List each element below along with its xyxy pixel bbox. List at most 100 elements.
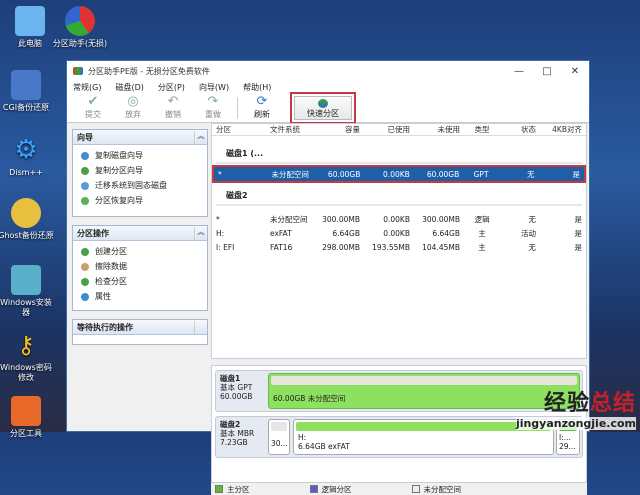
wizard-recovery[interactable]: 分区恢复向导: [73, 193, 207, 208]
panel-title: 向导: [77, 132, 93, 142]
usage-bar: [296, 422, 551, 431]
cell: 主: [478, 228, 486, 238]
close-button[interactable]: ✕: [561, 66, 589, 77]
partition-copy-icon: [81, 166, 89, 175]
commit-button[interactable]: ✔ 提交: [73, 95, 113, 120]
collapse-icon[interactable]: [194, 320, 207, 334]
menu-partition[interactable]: 分区(P): [158, 82, 185, 93]
wizard-migrate-ssd[interactable]: 迁移系统到固态磁盘: [73, 178, 207, 193]
col-capacity[interactable]: 容量: [318, 124, 364, 135]
op-create-partition[interactable]: 创建分区: [73, 244, 207, 259]
partition-ops-panel: 分区操作 ︽ 创建分区 擦除数据 检查分区 属性: [72, 225, 208, 311]
cell: 300.00MB: [322, 214, 360, 224]
collapse-icon[interactable]: ︽: [194, 226, 207, 240]
watermark: 经验总结 jingyanzongjie.com: [515, 385, 636, 430]
desktop-icon-this-pc[interactable]: 此电脑: [2, 6, 58, 49]
legend-label: 未分配空间: [423, 484, 462, 494]
check-icon: ✔: [87, 94, 99, 109]
usage-bar: [271, 422, 287, 431]
op-check-partition[interactable]: 检查分区: [73, 274, 207, 289]
undo-button[interactable]: ↶ 撤销: [153, 95, 193, 120]
quick-partition-button[interactable]: 快速分区: [290, 91, 356, 124]
menu-general[interactable]: 常规(G): [73, 82, 101, 93]
disk-name: 磁盘1: [220, 374, 241, 383]
cell: 无: [528, 214, 537, 224]
disk1-label: 磁盘1 基本 GPT 60.00GB: [220, 374, 252, 401]
cell: H:: [216, 228, 225, 238]
panel-title: 等待执行的操作: [77, 322, 133, 332]
wizard-copy-disk[interactable]: 复制磁盘向导: [73, 148, 207, 163]
disk2-label: 磁盘2 基本 MBR 7.23GB: [220, 420, 254, 447]
col-4k-align[interactable]: 4KB对齐: [540, 124, 586, 135]
refresh-button[interactable]: ⟳ 刷新: [242, 95, 282, 120]
partition-block-unallocated[interactable]: 30...: [268, 419, 290, 455]
col-used[interactable]: 已使用: [364, 124, 414, 135]
maximize-button[interactable]: □: [533, 66, 561, 77]
watermark-text: 总结: [589, 391, 636, 416]
redo-icon: ↷: [207, 94, 219, 109]
ghost-icon: [11, 198, 41, 228]
desktop-icon-password[interactable]: ⚷ Windows密码修改: [0, 330, 54, 383]
menu-bar: 常规(G) 磁盘(D) 分区(P) 向导(W) 帮助(H): [67, 81, 589, 93]
app-window: 分区助手PE版 - 无损分区免费软件 — □ ✕ 常规(G) 磁盘(D) 分区(…: [66, 60, 590, 495]
desktop-icon-partition-assistant[interactable]: 分区助手(无损): [52, 6, 108, 49]
col-filesystem[interactable]: 文件系统: [266, 124, 318, 135]
usage-bar: [271, 376, 577, 385]
desktop-icon-cgi[interactable]: CGI备份还原: [0, 70, 54, 113]
table-header: 分区 文件系统 容量 已使用 未使用 类型 状态 4KB对齐: [212, 124, 586, 136]
table-row[interactable]: I: EFI FAT16 298.00MB 193.55MB 104.45MB 主 无 是: [212, 240, 586, 254]
op-wipe-data[interactable]: 擦除数据: [73, 259, 207, 274]
disk-type: 基本 GPT: [220, 383, 253, 392]
cell: FAT16: [270, 242, 293, 252]
col-free[interactable]: 未使用: [414, 124, 464, 135]
menu-help[interactable]: 帮助(H): [243, 82, 271, 93]
collapse-icon[interactable]: ︽: [194, 130, 207, 144]
legend-logical: 逻辑分区: [309, 484, 352, 495]
cell: 主: [478, 242, 486, 252]
menu-wizard[interactable]: 向导(W): [199, 82, 229, 93]
migrate-icon: [81, 181, 89, 190]
cell: 是: [574, 214, 583, 224]
cell: GPT: [473, 169, 489, 179]
disk1-header[interactable]: 磁盘1 (...: [216, 142, 582, 164]
disk-copy-icon: [81, 151, 89, 160]
redo-button[interactable]: ↷ 重做: [193, 95, 233, 120]
table-row[interactable]: H: exFAT 6.64GB 0.00KB 6.64GB 主 活动 是: [212, 226, 586, 240]
table-row-selected[interactable]: * 未分配空间 60.00GB 0.00KB 60.00GB GPT 无 是: [212, 165, 586, 183]
menu-disk[interactable]: 磁盘(D): [115, 82, 143, 93]
desktop-icon-dism[interactable]: ⚙ Dism++: [0, 135, 54, 178]
legend-unallocated: 未分配空间: [411, 484, 462, 495]
op-properties[interactable]: 属性: [73, 289, 207, 304]
app-logo-icon: [73, 67, 83, 75]
gear-icon: ⚙: [14, 135, 38, 165]
watermark-url: jingyanzongjie.com: [515, 417, 636, 430]
cell: 6.64GB: [432, 228, 460, 238]
desktop-icon-ghost[interactable]: Ghost备份还原: [0, 198, 54, 241]
recovery-icon: [81, 196, 89, 205]
partition-letter: H:: [298, 433, 307, 442]
cell: 0.00KB: [383, 169, 410, 179]
desktop-icon-partition-tool[interactable]: 分区工具: [0, 396, 54, 439]
computer-icon: [15, 6, 45, 36]
col-partition[interactable]: 分区: [212, 124, 266, 135]
table-row[interactable]: * 未分配空间 300.00MB 0.00KB 300.00MB 逻辑 无 是: [212, 212, 586, 226]
cell: 298.00MB: [322, 242, 360, 252]
col-status[interactable]: 状态: [500, 124, 540, 135]
refresh-icon: ⟳: [256, 94, 268, 109]
cell: 104.45MB: [422, 242, 460, 252]
disk2-header[interactable]: 磁盘2: [216, 184, 582, 206]
cell: 无: [528, 242, 537, 252]
col-type[interactable]: 类型: [464, 124, 500, 135]
cell: 60.00GB: [327, 169, 361, 179]
partition-block-h[interactable]: H: 6.64GB exFAT: [293, 419, 554, 455]
legend-label: 逻辑分区: [321, 484, 352, 494]
discard-button[interactable]: ◎ 放弃: [113, 95, 153, 120]
cell: 是: [574, 242, 583, 252]
disk-size: 7.23GB: [220, 438, 248, 447]
wizard-copy-partition[interactable]: 复制分区向导: [73, 163, 207, 178]
minimize-button[interactable]: —: [505, 66, 533, 77]
cell: 0.00KB: [383, 228, 410, 238]
desktop-icon-win-installer[interactable]: Windows安装器: [0, 265, 54, 318]
undo-icon: ↶: [167, 94, 179, 109]
partition-label: 29...: [559, 442, 576, 451]
